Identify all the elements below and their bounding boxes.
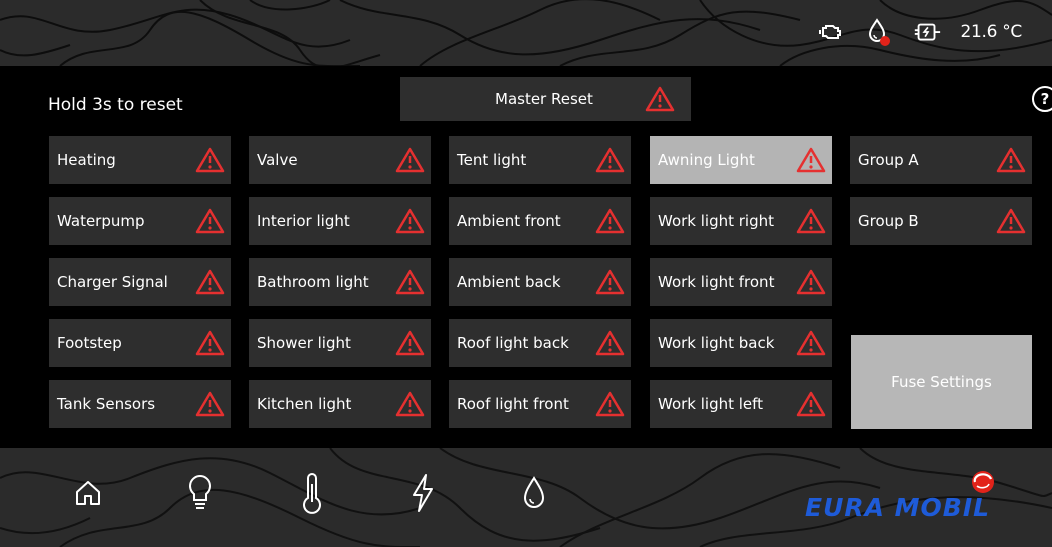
water-drop-icon[interactable] <box>514 468 554 518</box>
fuse-tile-valve[interactable]: Valve <box>249 136 431 184</box>
status-bar: 21.6 °C <box>0 0 1052 66</box>
fuse-tile-label: Waterpump <box>57 212 145 230</box>
fuse-tile-label: Valve <box>257 151 298 169</box>
fuse-reset-panel: Hold 3s to reset Master Reset ? Heating W… <box>0 66 1052 448</box>
fuse-tile-interior-light[interactable]: Interior light <box>249 197 431 245</box>
warning-icon <box>195 147 225 177</box>
fuse-tile-label: Bathroom light <box>257 273 369 291</box>
warning-icon <box>796 330 826 360</box>
fuse-tile-group-b[interactable]: Group B <box>850 197 1032 245</box>
fuse-tile-label: Roof light back <box>457 334 569 352</box>
brand-name: EURA MOBIL <box>805 493 990 522</box>
thermometer-icon[interactable] <box>292 468 332 518</box>
fuse-tile-label: Charger Signal <box>57 273 168 291</box>
master-reset-button[interactable]: Master Reset <box>400 77 691 121</box>
fuse-tile-tent-light[interactable]: Tent light <box>449 136 631 184</box>
fuse-tile-heating[interactable]: Heating <box>49 136 231 184</box>
reset-hint: Hold 3s to reset <box>48 95 183 115</box>
bottom-navigation: EURA MOBIL <box>0 448 1052 547</box>
battery-charging-icon <box>912 17 942 47</box>
fuse-tile-label: Group B <box>858 212 919 230</box>
fuse-tile-work-light-front[interactable]: Work light front <box>650 258 832 306</box>
warning-icon <box>996 208 1026 238</box>
fuse-tile-shower-light[interactable]: Shower light <box>249 319 431 367</box>
warning-icon <box>796 269 826 299</box>
fuse-tile-label: Work light right <box>658 212 775 230</box>
warning-icon <box>996 147 1026 177</box>
warning-icon <box>195 208 225 238</box>
warning-icon <box>796 391 826 421</box>
warning-icon <box>195 391 225 421</box>
engine-icon <box>816 17 846 47</box>
fuse-tile-awning-light[interactable]: Awning Light <box>650 136 832 184</box>
fuse-tile-label: Kitchen light <box>257 395 352 413</box>
fuse-tile-label: Shower light <box>257 334 351 352</box>
lightning-icon[interactable] <box>403 468 443 518</box>
temperature-readout: 21.6 °C <box>960 22 1022 42</box>
fuse-tile-label: Work light left <box>658 395 764 413</box>
eura-mobil-logo: EURA MOBIL <box>805 471 994 522</box>
fuse-settings-label: Fuse Settings <box>891 373 992 391</box>
fuse-tile-kitchen-light[interactable]: Kitchen light <box>249 380 431 428</box>
water-drop-alert-icon <box>864 17 894 47</box>
fuse-tile-waterpump[interactable]: Waterpump <box>49 197 231 245</box>
warning-icon <box>595 208 625 238</box>
warning-icon <box>645 86 675 116</box>
fuse-tile-work-light-left[interactable]: Work light left <box>650 380 832 428</box>
fuse-tile-label: Footstep <box>57 334 122 352</box>
warning-icon <box>595 147 625 177</box>
warning-icon <box>395 269 425 299</box>
fuse-tile-ambient-back[interactable]: Ambient back <box>449 258 631 306</box>
fuse-tile-label: Group A <box>858 151 919 169</box>
fuse-tile-label: Tank Sensors <box>57 395 156 413</box>
warning-icon <box>595 391 625 421</box>
fuse-tile-label: Heating <box>57 151 116 169</box>
fuse-tile-group-a[interactable]: Group A <box>850 136 1032 184</box>
home-icon[interactable] <box>68 468 108 518</box>
fuse-tile-tank-sensors[interactable]: Tank Sensors <box>49 380 231 428</box>
warning-icon <box>195 269 225 299</box>
fuse-tile-label: Roof light front <box>457 395 569 413</box>
fuse-tile-label: Interior light <box>257 212 350 230</box>
fuse-tile-footstep[interactable]: Footstep <box>49 319 231 367</box>
fuse-tile-label: Tent light <box>457 151 527 169</box>
warning-icon <box>395 330 425 360</box>
fuse-tile-bathroom-light[interactable]: Bathroom light <box>249 258 431 306</box>
fuse-tile-work-light-right[interactable]: Work light right <box>650 197 832 245</box>
fuse-tile-work-light-back[interactable]: Work light back <box>650 319 832 367</box>
warning-icon <box>195 330 225 360</box>
fuse-tile-label: Work light back <box>658 334 775 352</box>
fuse-settings-button[interactable]: Fuse Settings <box>851 335 1032 429</box>
fuse-tile-roof-light-front[interactable]: Roof light front <box>449 380 631 428</box>
help-button[interactable]: ? <box>1032 86 1052 112</box>
fuse-tile-label: Awning Light <box>658 151 755 169</box>
fuse-tile-ambient-front[interactable]: Ambient front <box>449 197 631 245</box>
master-reset-label: Master Reset <box>495 90 593 108</box>
lightbulb-icon[interactable] <box>180 468 220 518</box>
warning-icon <box>595 330 625 360</box>
warning-icon <box>395 147 425 177</box>
warning-icon <box>796 208 826 238</box>
fuse-tile-charger-signal[interactable]: Charger Signal <box>49 258 231 306</box>
warning-icon <box>395 208 425 238</box>
warning-icon <box>796 147 826 177</box>
fuse-tile-roof-light-back[interactable]: Roof light back <box>449 319 631 367</box>
warning-icon <box>395 391 425 421</box>
warning-icon <box>595 269 625 299</box>
fuse-tile-label: Ambient front <box>457 212 561 230</box>
fuse-tile-label: Ambient back <box>457 273 561 291</box>
fuse-tile-label: Work light front <box>658 273 775 291</box>
